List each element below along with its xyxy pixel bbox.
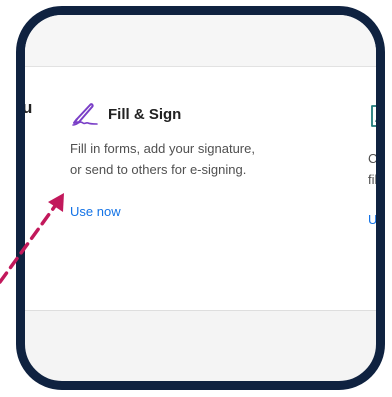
fill-sign-pen-icon bbox=[72, 103, 98, 126]
use-now-link[interactable]: Use now bbox=[70, 204, 121, 219]
tool-card-fill-sign[interactable]: Fill & Sign Fill in forms, add your sign… bbox=[70, 101, 300, 221]
tool-title-row: Fill & Sign bbox=[70, 101, 300, 127]
tool-title: Fill & Sign bbox=[108, 105, 182, 123]
acrobat-pdf-icon bbox=[371, 105, 376, 127]
rounded-frame: u Fill & Sign Fill in forms, add your si… bbox=[16, 6, 385, 390]
tool-description-partial: Co file bbox=[368, 151, 385, 187]
top-strip bbox=[25, 15, 376, 67]
tool-description: Fill in forms, add your signature, or se… bbox=[70, 141, 255, 177]
screenshot-stage: u Fill & Sign Fill in forms, add your si… bbox=[0, 0, 392, 397]
use-now-link-partial[interactable]: Us bbox=[368, 212, 376, 227]
section-heading: u bbox=[22, 98, 33, 117]
